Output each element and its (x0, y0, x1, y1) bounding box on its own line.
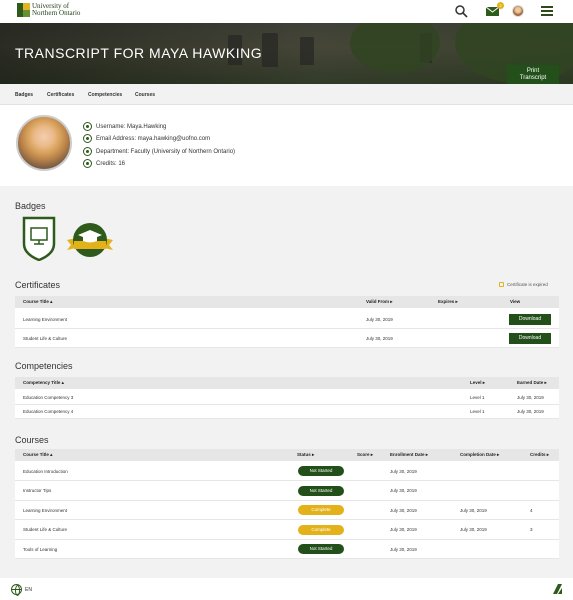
username-text: Username: Maya.Hawking (96, 123, 167, 130)
email-text: Email Address: maya.hawking@uofno.com (96, 135, 211, 142)
col-enrollment-date[interactable]: Enrollment Date ▸ (390, 452, 428, 458)
user-avatar[interactable] (512, 5, 524, 17)
status-badge: Not Started (298, 486, 344, 496)
download-button[interactable]: Download (509, 333, 551, 344)
tab-courses[interactable]: Courses (135, 92, 155, 98)
col-level[interactable]: Level ▸ (470, 380, 485, 386)
monitor-badge-icon[interactable] (22, 216, 56, 262)
hero-banner: TRANSCRIPT FOR MAYA HAWKING Print Transc… (0, 23, 573, 84)
search-icon[interactable] (454, 4, 468, 18)
col-competency-title[interactable]: Competency Title ▴ (23, 380, 64, 386)
footer: EN (0, 578, 573, 600)
email-icon (83, 134, 92, 143)
mail-icon[interactable]: 2 (485, 2, 504, 18)
expired-legend: Certificate is expired (499, 282, 548, 287)
col-expires[interactable]: Expires ▸ (438, 299, 458, 305)
col-credits[interactable]: Credits ▸ (530, 452, 549, 458)
mail-count-badge: 2 (497, 2, 504, 9)
col-valid-from[interactable]: Valid From ▸ (366, 299, 393, 305)
user-icon (83, 122, 92, 131)
status-badge: Complete (298, 505, 344, 515)
top-bar: University of Northern Ontario 2 (0, 0, 573, 23)
tab-certificates[interactable]: Certificates (47, 92, 74, 98)
table-row: Instructor Tips Not Started July 30, 201… (15, 481, 559, 501)
table-row: Tools of Learning Not Started July 30, 2… (15, 540, 559, 559)
language-selector[interactable]: EN (25, 587, 32, 593)
table-row: Education Introduction Not Started July … (15, 462, 559, 481)
department-icon (83, 147, 92, 156)
certificates-heading: Certificates (15, 280, 61, 290)
logo-mark-icon (17, 3, 30, 17)
competencies-table: Competency Title ▴ Level ▸ Earned Date ▸… (15, 377, 559, 419)
download-button[interactable]: Download (509, 314, 551, 325)
brand-mark-icon (553, 584, 562, 594)
col-earned-date[interactable]: Earned Date ▸ (517, 380, 547, 386)
badges-heading: Badges (15, 201, 46, 211)
col-completion-date[interactable]: Completion Date ▸ (460, 452, 499, 458)
col-course-title[interactable]: Course Title ▴ (23, 452, 52, 458)
col-course-title[interactable]: Course Title ▴ (23, 299, 52, 305)
table-row: Education Competency 4 Level 1 July 30, … (15, 405, 559, 419)
col-score[interactable]: Score ▸ (357, 452, 373, 458)
hamburger-menu-icon[interactable] (541, 6, 553, 16)
competencies-heading: Competencies (15, 361, 73, 371)
col-status[interactable]: Status ▸ (297, 452, 314, 458)
profile-card: Username: Maya.Hawking Email Address: ma… (0, 105, 573, 186)
profile-photo (16, 115, 72, 171)
table-row: Student Life & Culture July 30, 2019 Dow… (15, 329, 559, 348)
courses-heading: Courses (15, 435, 49, 445)
print-transcript-button[interactable]: Print Transcript (507, 65, 559, 84)
credits-text: Credits: 16 (96, 160, 126, 167)
table-row: Learning Environment July 30, 2019 Downl… (15, 310, 559, 329)
status-badge: Complete (298, 525, 344, 535)
tab-badges[interactable]: Badges (15, 92, 33, 98)
globe-icon[interactable] (11, 584, 22, 596)
department-text: Department: Faculty (University of North… (96, 148, 236, 155)
status-badge: Not Started (298, 466, 344, 476)
courses-table: Course Title ▴ Status ▸ Score ▸ Enrollme… (15, 449, 559, 559)
university-logo[interactable]: University of Northern Ontario (17, 3, 80, 17)
table-row: Education Competency 3 Level 1 July 30, … (15, 391, 559, 405)
page-title: TRANSCRIPT FOR MAYA HAWKING (15, 45, 263, 61)
expired-legend-icon (499, 282, 504, 287)
graduation-badge-icon[interactable] (66, 220, 114, 260)
col-view: View (510, 299, 521, 304)
table-row: Learning Environment Complete July 30, 2… (15, 501, 559, 520)
logo-line2: Northern Ontario (32, 9, 81, 17)
section-tabs: Badges Certificates Competencies Courses (0, 84, 573, 105)
table-row: Student Life & Culture Complete July 30,… (15, 520, 559, 540)
status-badge: Not Started (298, 544, 344, 554)
certificates-table: Course Title ▴ Valid From ▸ Expires ▸ Vi… (15, 296, 559, 348)
tab-competencies[interactable]: Competencies (88, 92, 122, 98)
credits-icon (83, 159, 92, 168)
